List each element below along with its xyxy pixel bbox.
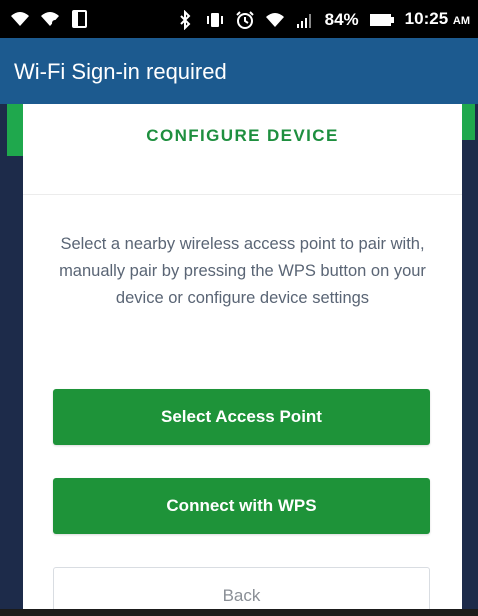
bottom-edge xyxy=(0,609,478,616)
clock-time: 10:25 xyxy=(404,9,449,28)
bluetooth-icon xyxy=(179,10,191,30)
clock-ampm: AM xyxy=(452,15,470,27)
page-title: Wi-Fi Sign-in required xyxy=(14,59,227,84)
status-right-icons: 84% 10:25 AM xyxy=(175,9,470,31)
left-accent-strip xyxy=(7,104,23,156)
battery-percent: 84% xyxy=(324,10,359,29)
right-accent-strip xyxy=(461,104,475,140)
battery-icon xyxy=(369,14,394,26)
select-access-point-button[interactable]: Select Access Point xyxy=(53,389,430,445)
cell-signal-icon xyxy=(296,14,311,28)
wifi-signal-icon xyxy=(265,13,284,27)
card-description: Select a nearby wireless access point to… xyxy=(59,235,426,307)
connect-with-wps-button[interactable]: Connect with WPS xyxy=(53,478,430,534)
status-left-icons xyxy=(10,9,90,29)
card-header: CONFIGURE DEVICE xyxy=(23,104,462,195)
tablet-icon xyxy=(72,10,87,28)
title-bar: Wi-Fi Sign-in required xyxy=(0,38,478,104)
alarm-icon xyxy=(235,11,254,29)
vibrate-icon xyxy=(206,13,223,27)
wifi-call-icon xyxy=(11,12,29,27)
clock: 10:25 AM xyxy=(405,9,470,31)
configure-device-card: CONFIGURE DEVICE Select a nearby wireles… xyxy=(23,104,462,616)
screen: 84% 10:25 AM Wi-Fi Sign-in required CONF… xyxy=(0,0,478,616)
status-bar: 84% 10:25 AM xyxy=(0,0,478,38)
wifi-icon xyxy=(41,12,59,26)
card-title: CONFIGURE DEVICE xyxy=(146,126,339,145)
